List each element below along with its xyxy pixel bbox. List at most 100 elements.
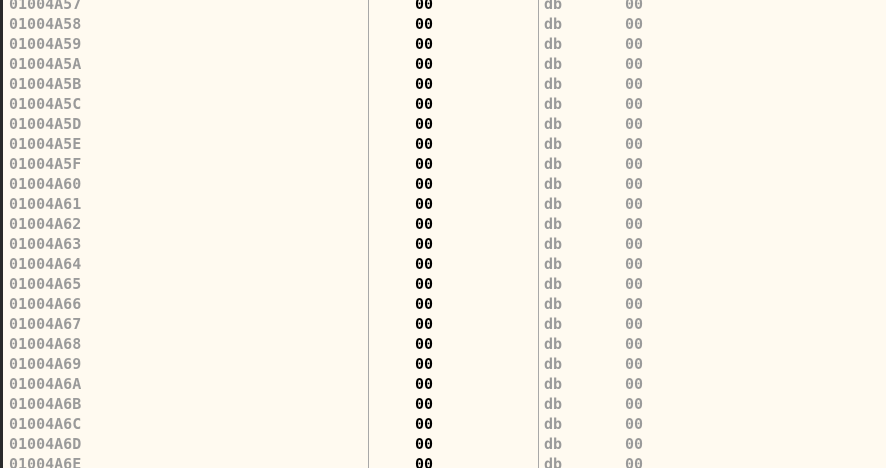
disasm-row[interactable]: 01004A5A 00 db 00 bbox=[0, 54, 886, 74]
bytes-cell: 00 bbox=[415, 175, 434, 193]
address-cell: 01004A6D bbox=[9, 435, 82, 453]
mnemonic-cell: db bbox=[544, 135, 563, 153]
bytes-cell: 00 bbox=[415, 275, 434, 293]
bytes-cell: 00 bbox=[415, 115, 434, 133]
mnemonic-cell: db bbox=[544, 95, 563, 113]
disasm-row[interactable]: 01004A6D 00 db 00 bbox=[0, 434, 886, 454]
operand-cell: 00 bbox=[625, 195, 644, 213]
bytes-cell: 00 bbox=[415, 335, 434, 353]
mnemonic-cell: db bbox=[544, 335, 563, 353]
address-cell: 01004A64 bbox=[9, 255, 82, 273]
operand-cell: 00 bbox=[625, 155, 644, 173]
bytes-cell: 00 bbox=[415, 295, 434, 313]
disasm-row[interactable]: 01004A5E 00 db 00 bbox=[0, 134, 886, 154]
mnemonic-cell: db bbox=[544, 175, 563, 193]
address-cell: 01004A5F bbox=[9, 155, 82, 173]
bytes-cell: 00 bbox=[415, 455, 434, 468]
disasm-row[interactable]: 01004A6A 00 db 00 bbox=[0, 374, 886, 394]
disasm-row[interactable]: 01004A69 00 db 00 bbox=[0, 354, 886, 374]
bytes-cell: 00 bbox=[415, 235, 434, 253]
address-cell: 01004A5D bbox=[9, 115, 82, 133]
address-cell: 01004A69 bbox=[9, 355, 82, 373]
operand-cell: 00 bbox=[625, 235, 644, 253]
operand-cell: 00 bbox=[625, 215, 644, 233]
mnemonic-cell: db bbox=[544, 455, 563, 468]
operand-cell: 00 bbox=[625, 55, 644, 73]
operand-cell: 00 bbox=[625, 395, 644, 413]
disasm-row[interactable]: 01004A5B 00 db 00 bbox=[0, 74, 886, 94]
address-cell: 01004A68 bbox=[9, 335, 82, 353]
disasm-row[interactable]: 01004A5F 00 db 00 bbox=[0, 154, 886, 174]
address-cell: 01004A6B bbox=[9, 395, 82, 413]
mnemonic-cell: db bbox=[544, 235, 563, 253]
address-cell: 01004A61 bbox=[9, 195, 82, 213]
mnemonic-cell: db bbox=[544, 115, 563, 133]
address-cell: 01004A5A bbox=[9, 55, 82, 73]
disasm-row[interactable]: 01004A5C 00 db 00 bbox=[0, 94, 886, 114]
bytes-cell: 00 bbox=[415, 0, 434, 13]
bytes-cell: 00 bbox=[415, 315, 434, 333]
disasm-row[interactable]: 01004A62 00 db 00 bbox=[0, 214, 886, 234]
operand-cell: 00 bbox=[625, 115, 644, 133]
bytes-cell: 00 bbox=[415, 395, 434, 413]
bytes-cell: 00 bbox=[415, 415, 434, 433]
mnemonic-cell: db bbox=[544, 295, 563, 313]
address-cell: 01004A6E bbox=[9, 455, 82, 468]
operand-cell: 00 bbox=[625, 15, 644, 33]
bytes-cell: 00 bbox=[415, 75, 434, 93]
disasm-row[interactable]: 01004A59 00 db 00 bbox=[0, 34, 886, 54]
disasm-row[interactable]: 01004A66 00 db 00 bbox=[0, 294, 886, 314]
disasm-row[interactable]: 01004A57 00 db 00 bbox=[0, 0, 886, 14]
address-cell: 01004A62 bbox=[9, 215, 82, 233]
disasm-row[interactable]: 01004A6C 00 db 00 bbox=[0, 414, 886, 434]
address-cell: 01004A5E bbox=[9, 135, 82, 153]
address-cell: 01004A57 bbox=[9, 0, 82, 13]
disasm-row[interactable]: 01004A65 00 db 00 bbox=[0, 274, 886, 294]
disasm-row[interactable]: 01004A63 00 db 00 bbox=[0, 234, 886, 254]
operand-cell: 00 bbox=[625, 455, 644, 468]
operand-cell: 00 bbox=[625, 375, 644, 393]
operand-cell: 00 bbox=[625, 435, 644, 453]
operand-cell: 00 bbox=[625, 275, 644, 293]
bytes-cell: 00 bbox=[415, 215, 434, 233]
address-cell: 01004A65 bbox=[9, 275, 82, 293]
disasm-row[interactable]: 01004A68 00 db 00 bbox=[0, 334, 886, 354]
mnemonic-cell: db bbox=[544, 215, 563, 233]
disassembly-pane[interactable]: 01004A57 00 db 00 01004A58 00 db 00 0100… bbox=[0, 0, 886, 468]
disasm-row[interactable]: 01004A61 00 db 00 bbox=[0, 194, 886, 214]
address-cell: 01004A6A bbox=[9, 375, 82, 393]
bytes-cell: 00 bbox=[415, 15, 434, 33]
operand-cell: 00 bbox=[625, 295, 644, 313]
operand-cell: 00 bbox=[625, 415, 644, 433]
operand-cell: 00 bbox=[625, 175, 644, 193]
mnemonic-cell: db bbox=[544, 355, 563, 373]
mnemonic-cell: db bbox=[544, 415, 563, 433]
disasm-row[interactable]: 01004A64 00 db 00 bbox=[0, 254, 886, 274]
bytes-cell: 00 bbox=[415, 95, 434, 113]
bytes-cell: 00 bbox=[415, 435, 434, 453]
mnemonic-cell: db bbox=[544, 435, 563, 453]
operand-cell: 00 bbox=[625, 315, 644, 333]
address-cell: 01004A59 bbox=[9, 35, 82, 53]
address-cell: 01004A5B bbox=[9, 75, 82, 93]
bytes-cell: 00 bbox=[415, 255, 434, 273]
bytes-cell: 00 bbox=[415, 135, 434, 153]
disasm-row[interactable]: 01004A60 00 db 00 bbox=[0, 174, 886, 194]
mnemonic-cell: db bbox=[544, 75, 563, 93]
operand-cell: 00 bbox=[625, 0, 644, 13]
operand-cell: 00 bbox=[625, 335, 644, 353]
bytes-cell: 00 bbox=[415, 355, 434, 373]
address-cell: 01004A67 bbox=[9, 315, 82, 333]
disasm-row[interactable]: 01004A6B 00 db 00 bbox=[0, 394, 886, 414]
address-cell: 01004A66 bbox=[9, 295, 82, 313]
mnemonic-cell: db bbox=[544, 395, 563, 413]
operand-cell: 00 bbox=[625, 75, 644, 93]
bytes-cell: 00 bbox=[415, 55, 434, 73]
disasm-row[interactable]: 01004A58 00 db 00 bbox=[0, 14, 886, 34]
disasm-row[interactable]: 01004A5D 00 db 00 bbox=[0, 114, 886, 134]
disasm-row[interactable]: 01004A67 00 db 00 bbox=[0, 314, 886, 334]
mnemonic-cell: db bbox=[544, 195, 563, 213]
operand-cell: 00 bbox=[625, 135, 644, 153]
bytes-cell: 00 bbox=[415, 375, 434, 393]
disasm-row[interactable]: 01004A6E 00 db 00 bbox=[0, 454, 886, 468]
